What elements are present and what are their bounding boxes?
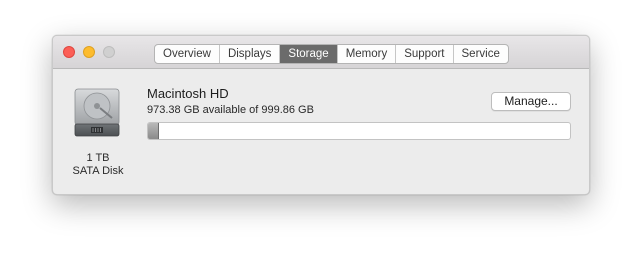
volume-name: Macintosh HD [147, 86, 229, 101]
tab-storage[interactable]: Storage [280, 45, 338, 63]
disk-capacity: 1 TB [86, 152, 110, 164]
tab-service[interactable]: Service [454, 45, 508, 63]
tab-displays[interactable]: Displays [220, 45, 281, 63]
storage-used-segment [148, 123, 160, 139]
about-this-mac-window: Overview Displays Storage Memory Support… [52, 35, 590, 195]
tab-support[interactable]: Support [396, 45, 454, 63]
zoom-button[interactable] [103, 46, 115, 58]
minimize-button[interactable] [83, 46, 95, 58]
volume-availability: 973.38 GB available of 999.86 GB [147, 104, 314, 116]
tab-memory[interactable]: Memory [338, 45, 397, 63]
storage-usage-bar [147, 122, 571, 140]
manage-button[interactable]: Manage... [491, 92, 571, 111]
tab-overview[interactable]: Overview [155, 45, 220, 63]
disk-type: SATA Disk [72, 165, 124, 177]
disk-caption: 1 TB SATA Disk [63, 152, 133, 178]
title-bar: Overview Displays Storage Memory Support… [53, 36, 589, 69]
close-button[interactable] [63, 46, 75, 58]
tab-bar: Overview Displays Storage Memory Support… [154, 44, 509, 64]
hard-disk-icon [70, 86, 124, 140]
